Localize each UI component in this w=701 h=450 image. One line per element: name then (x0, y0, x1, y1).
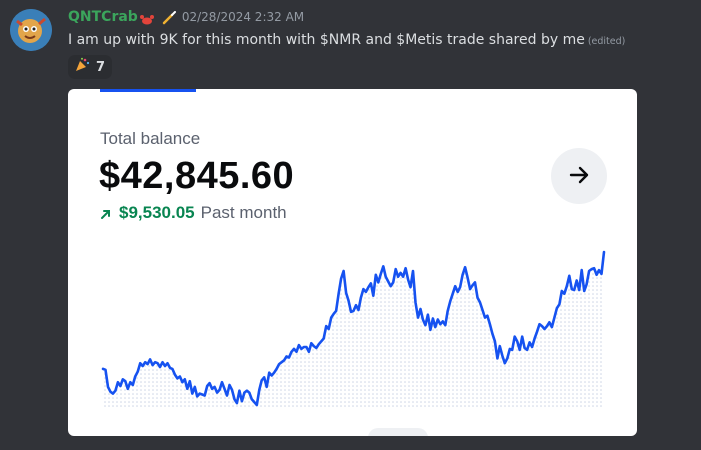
balance-card: Total balance $42,845.60 $9,530.05 Past … (68, 89, 637, 436)
role-badge-icon[interactable] (162, 10, 176, 25)
chart-area-fill (103, 252, 604, 407)
reaction-count: 7 (96, 59, 106, 75)
message-header: QNTCrab 02/28/2024 2:32 AM (68, 9, 304, 25)
message-timestamp[interactable]: 02/28/2024 2:32 AM (182, 10, 304, 24)
crab-icon (139, 11, 154, 25)
edited-label: (edited) (587, 36, 626, 47)
reaction-button[interactable]: 7 (68, 55, 112, 79)
chart-handle[interactable] (368, 428, 428, 436)
user-avatar-image (10, 9, 52, 51)
message-content: I am up with 9K for this month with $NMR… (68, 32, 625, 48)
balance-chart (101, 250, 606, 407)
message-body: I am up with 9K for this month with $NMR… (68, 32, 585, 48)
avatar[interactable] (10, 9, 52, 51)
username[interactable]: QNTCrab (68, 9, 138, 25)
party-popper-icon (74, 57, 90, 77)
